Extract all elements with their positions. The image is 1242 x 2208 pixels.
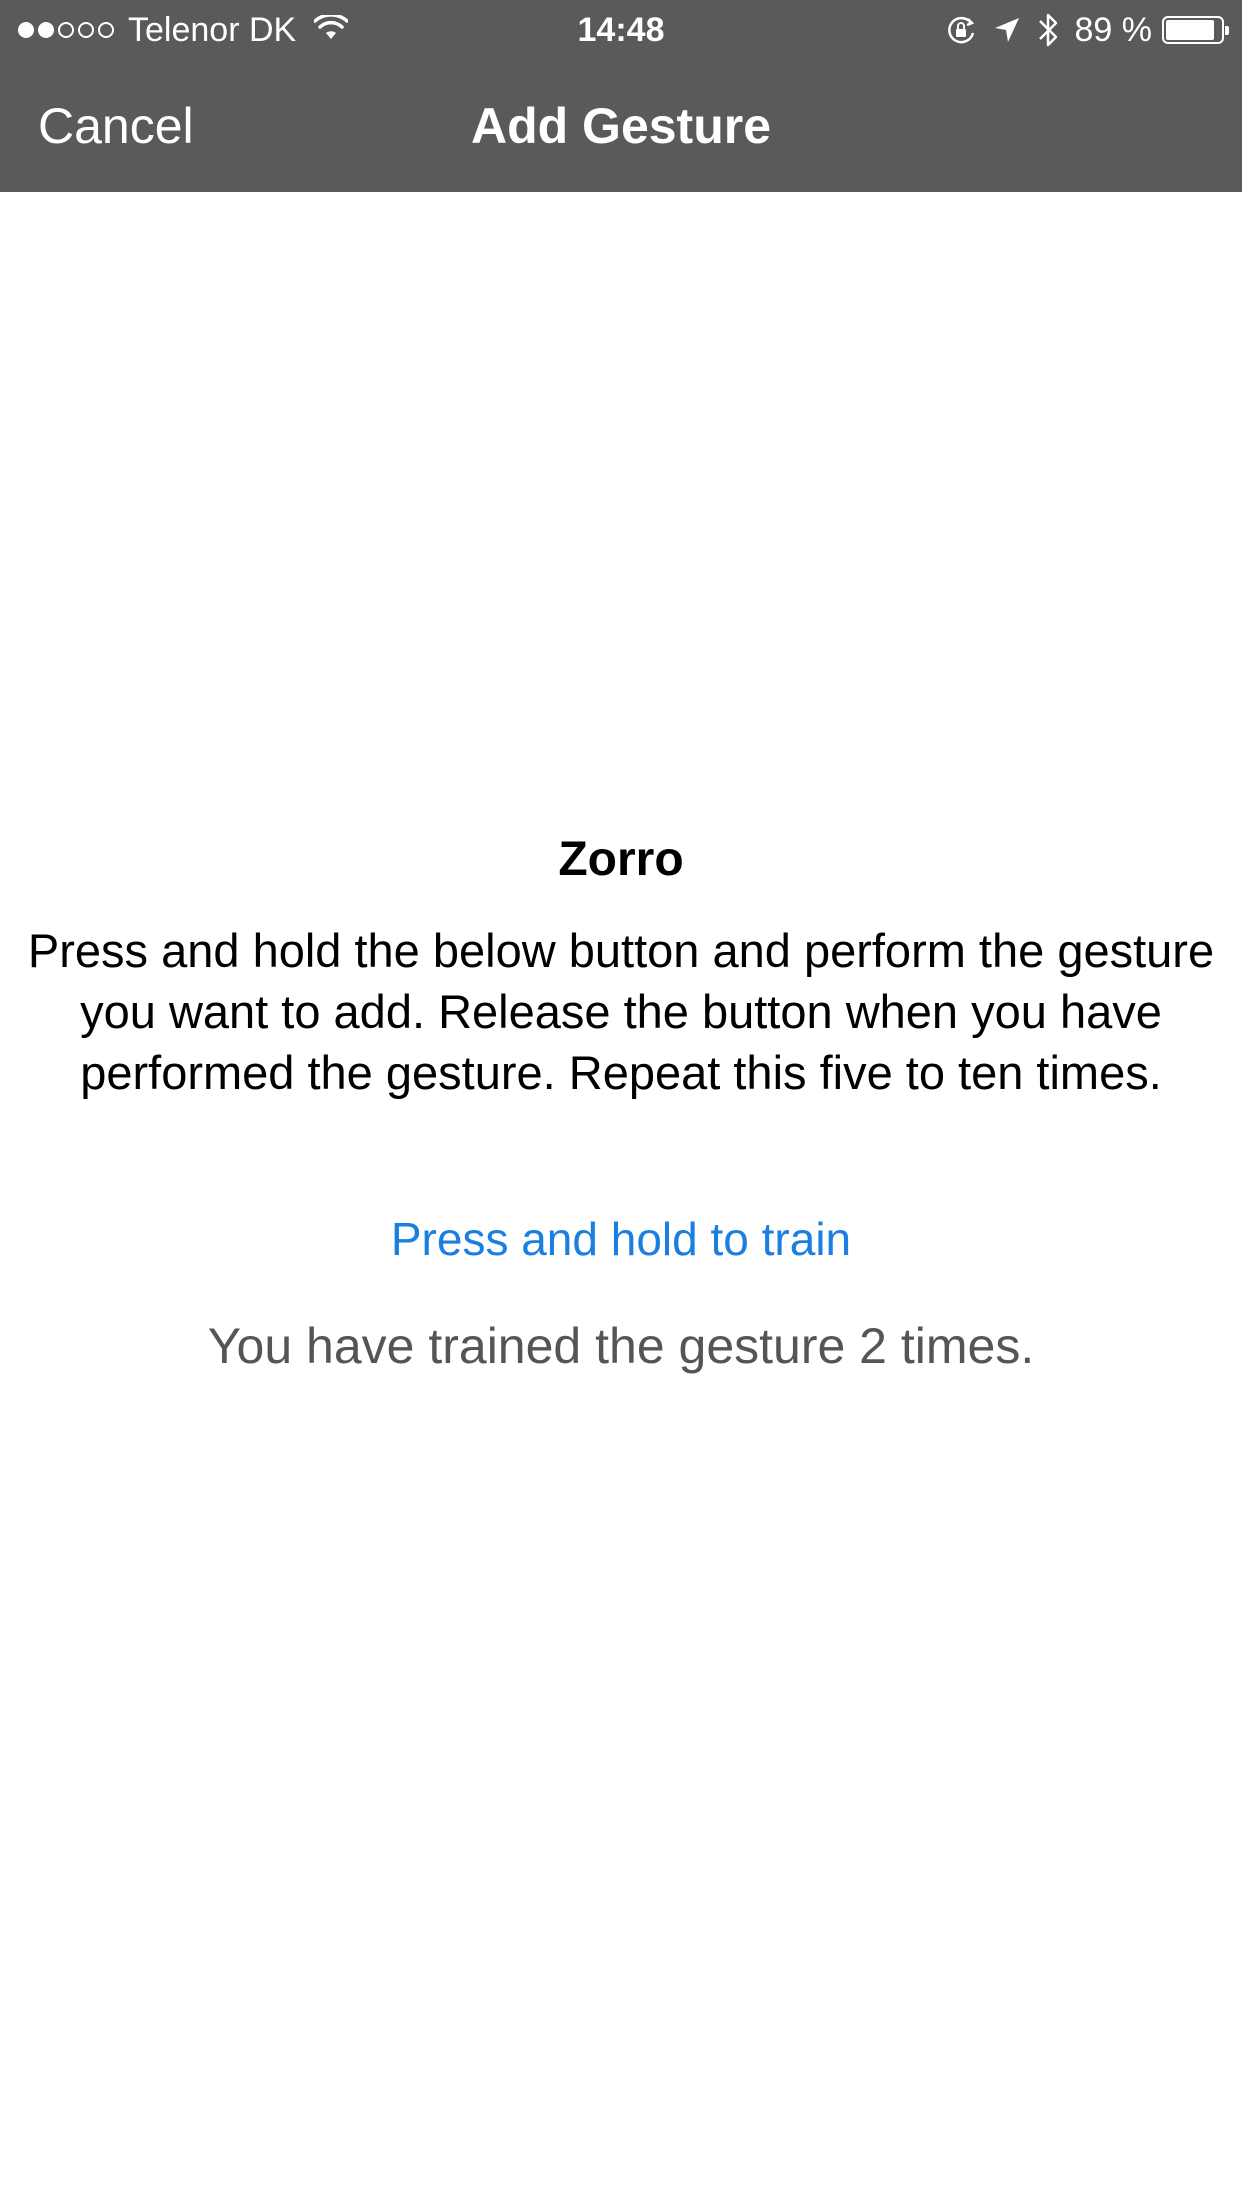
bluetooth-icon bbox=[1037, 12, 1059, 48]
battery-cap bbox=[1225, 26, 1229, 35]
battery-level-fill bbox=[1166, 20, 1215, 40]
status-right: 89 % bbox=[929, 0, 1229, 60]
gesture-name: Zorro bbox=[558, 833, 684, 886]
location-arrow-icon bbox=[993, 16, 1021, 44]
train-button[interactable]: Press and hold to train bbox=[0, 1212, 1242, 1266]
battery-percentage: 89 % bbox=[1074, 10, 1153, 49]
battery-icon bbox=[1162, 16, 1229, 44]
instructions-text: Press and hold the below button and perf… bbox=[27, 924, 1215, 1099]
main-content: Zorro Press and hold the below button an… bbox=[0, 192, 1242, 2208]
screen: Telenor DK 14:48 89 % Cancel Add Gesture… bbox=[0, 0, 1242, 2208]
train-status-text: You have trained the gesture 2 times. bbox=[207, 1318, 1035, 1374]
status-bar: Telenor DK 14:48 89 % bbox=[0, 0, 1242, 60]
navigation-bar: Cancel Add Gesture bbox=[0, 60, 1242, 192]
orientation-lock-icon bbox=[945, 14, 977, 46]
page-title: Add Gesture bbox=[470, 98, 772, 154]
